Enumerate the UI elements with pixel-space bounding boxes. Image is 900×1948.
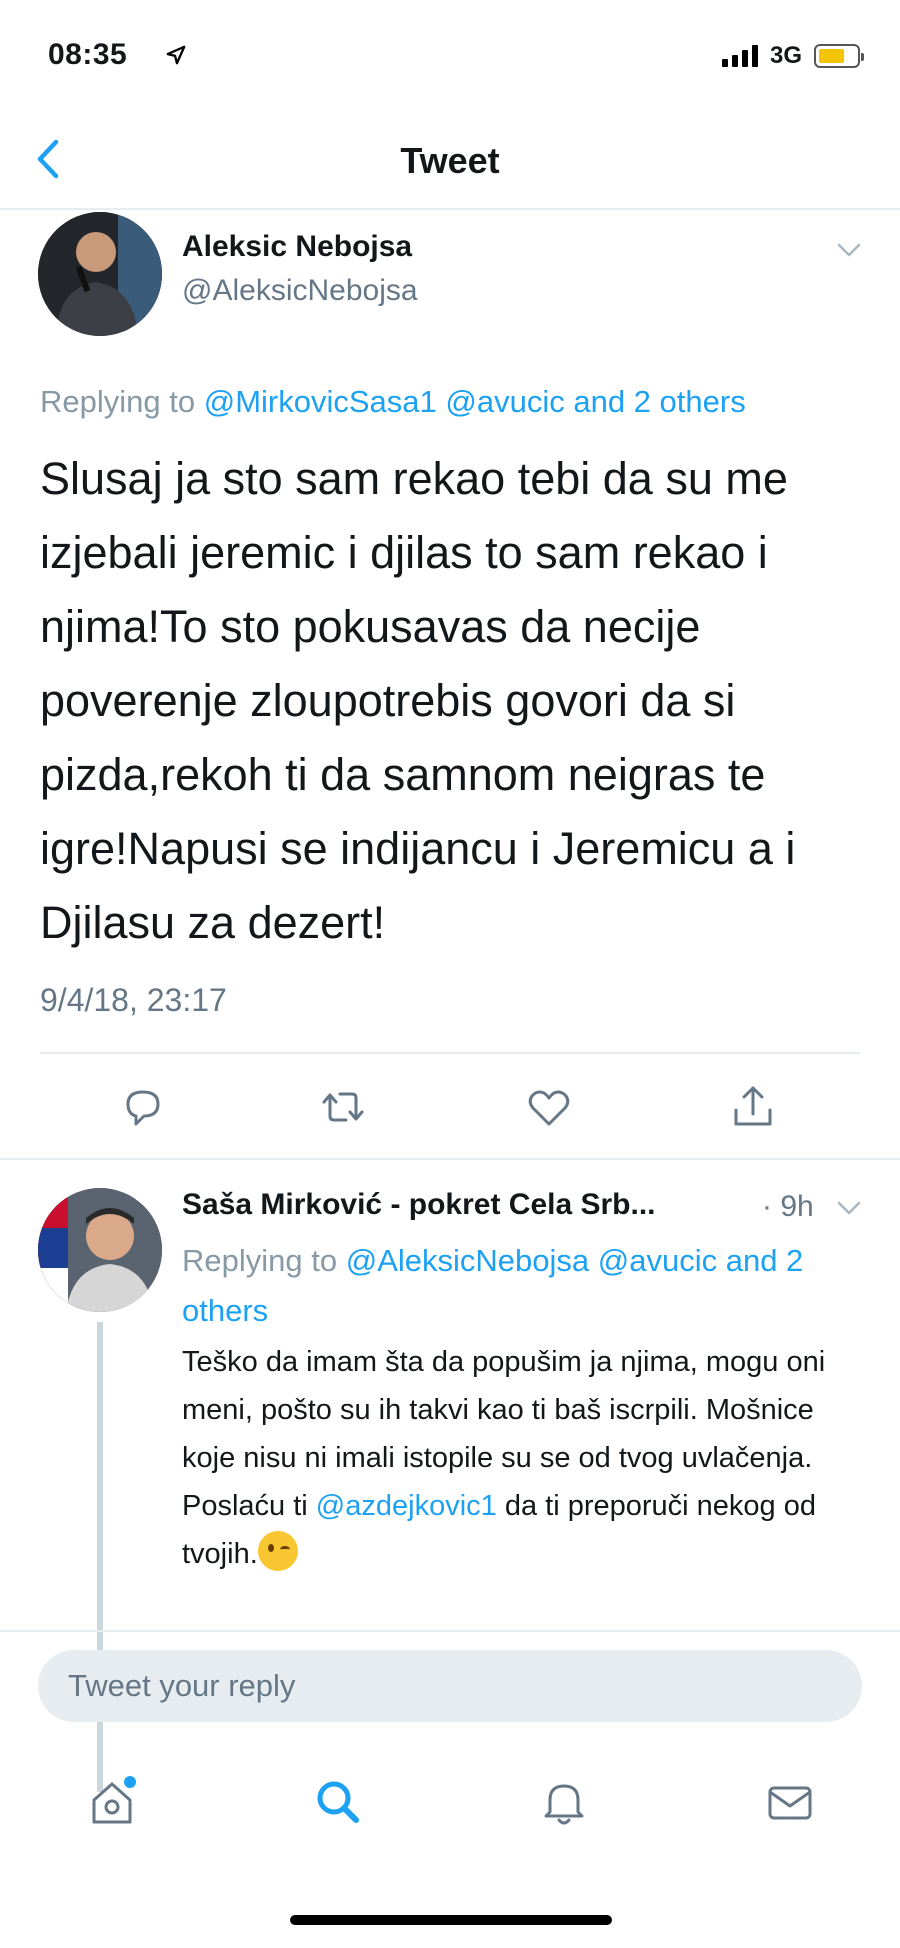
retweet-icon[interactable]: [318, 1082, 368, 1132]
mention-link[interactable]: @azdejkovic1: [316, 1490, 497, 1522]
reply-text: Teško da imam šta da popušim ja njima, m…: [182, 1338, 872, 1578]
status-bar: 08:35 3G: [0, 0, 900, 110]
page-title: Tweet: [400, 140, 500, 181]
nav-header: Tweet: [0, 110, 900, 210]
replying-to: Replying to @MirkovicSasa1 @avucic and 2…: [40, 384, 880, 420]
tweet-text: Slusaj ja sto sam rekao tebi da su me iz…: [40, 453, 796, 948]
avatar-photo: [38, 212, 162, 336]
home-indicator[interactable]: [290, 1915, 612, 1925]
mention-link[interactable]: @avucic: [445, 384, 564, 419]
reply-icon[interactable]: [118, 1082, 168, 1132]
divider: [40, 1052, 860, 1054]
others-link[interactable]: and 2 others: [573, 384, 745, 419]
author-name[interactable]: Aleksic Nebojsa: [182, 230, 412, 264]
tab-bar: [0, 1748, 900, 1878]
replying-prefix: Replying to: [182, 1243, 338, 1278]
mention-link[interactable]: @MirkovicSasa1: [204, 384, 437, 419]
status-time: 08:35: [48, 38, 128, 71]
like-icon[interactable]: [524, 1082, 574, 1132]
signal-icon: [721, 45, 758, 67]
mention-link[interactable]: @avucic: [598, 1243, 717, 1278]
compose-area: [0, 1630, 900, 1740]
reply-time: · 9h: [762, 1190, 814, 1223]
winking-face-emoji-icon: [257, 1531, 298, 1571]
notifications-icon[interactable]: [536, 1774, 592, 1830]
avatar[interactable]: [38, 212, 162, 336]
reply-author-name[interactable]: Saša Mirković - pokret Cela Srb...: [182, 1188, 656, 1222]
reply-input[interactable]: [38, 1650, 862, 1722]
author-handle[interactable]: @AleksicNebojsa: [182, 274, 418, 308]
battery-level: [819, 49, 845, 63]
avatar-photo: [38, 1188, 162, 1312]
search-icon[interactable]: [310, 1774, 366, 1830]
reply-tweet[interactable]: Saša Mirković - pokret Cela Srb... · 9h …: [0, 1160, 900, 1792]
replying-to: Replying to @AleksicNebojsa @avucic and …: [182, 1236, 872, 1336]
mention-link[interactable]: @AleksicNebojsa: [346, 1243, 589, 1278]
avatar[interactable]: [38, 1188, 162, 1312]
battery-icon: [814, 44, 864, 68]
network-type: 3G: [769, 42, 802, 69]
replying-prefix: Replying to: [40, 384, 196, 419]
messages-icon[interactable]: [762, 1774, 818, 1830]
chevron-down-icon[interactable]: [836, 1200, 862, 1216]
main-tweet: Aleksic Nebojsa @AleksicNebojsa Replying…: [0, 212, 900, 1162]
share-icon[interactable]: [728, 1082, 778, 1132]
chevron-down-icon[interactable]: [836, 242, 862, 258]
tweet-timestamp: 9/4/18, 23:17: [40, 982, 227, 1018]
status-indicators: 3G: [721, 42, 864, 70]
notification-dot: [124, 1776, 136, 1788]
tweet-actions: [0, 1082, 900, 1152]
location-arrow-icon: [166, 45, 186, 65]
